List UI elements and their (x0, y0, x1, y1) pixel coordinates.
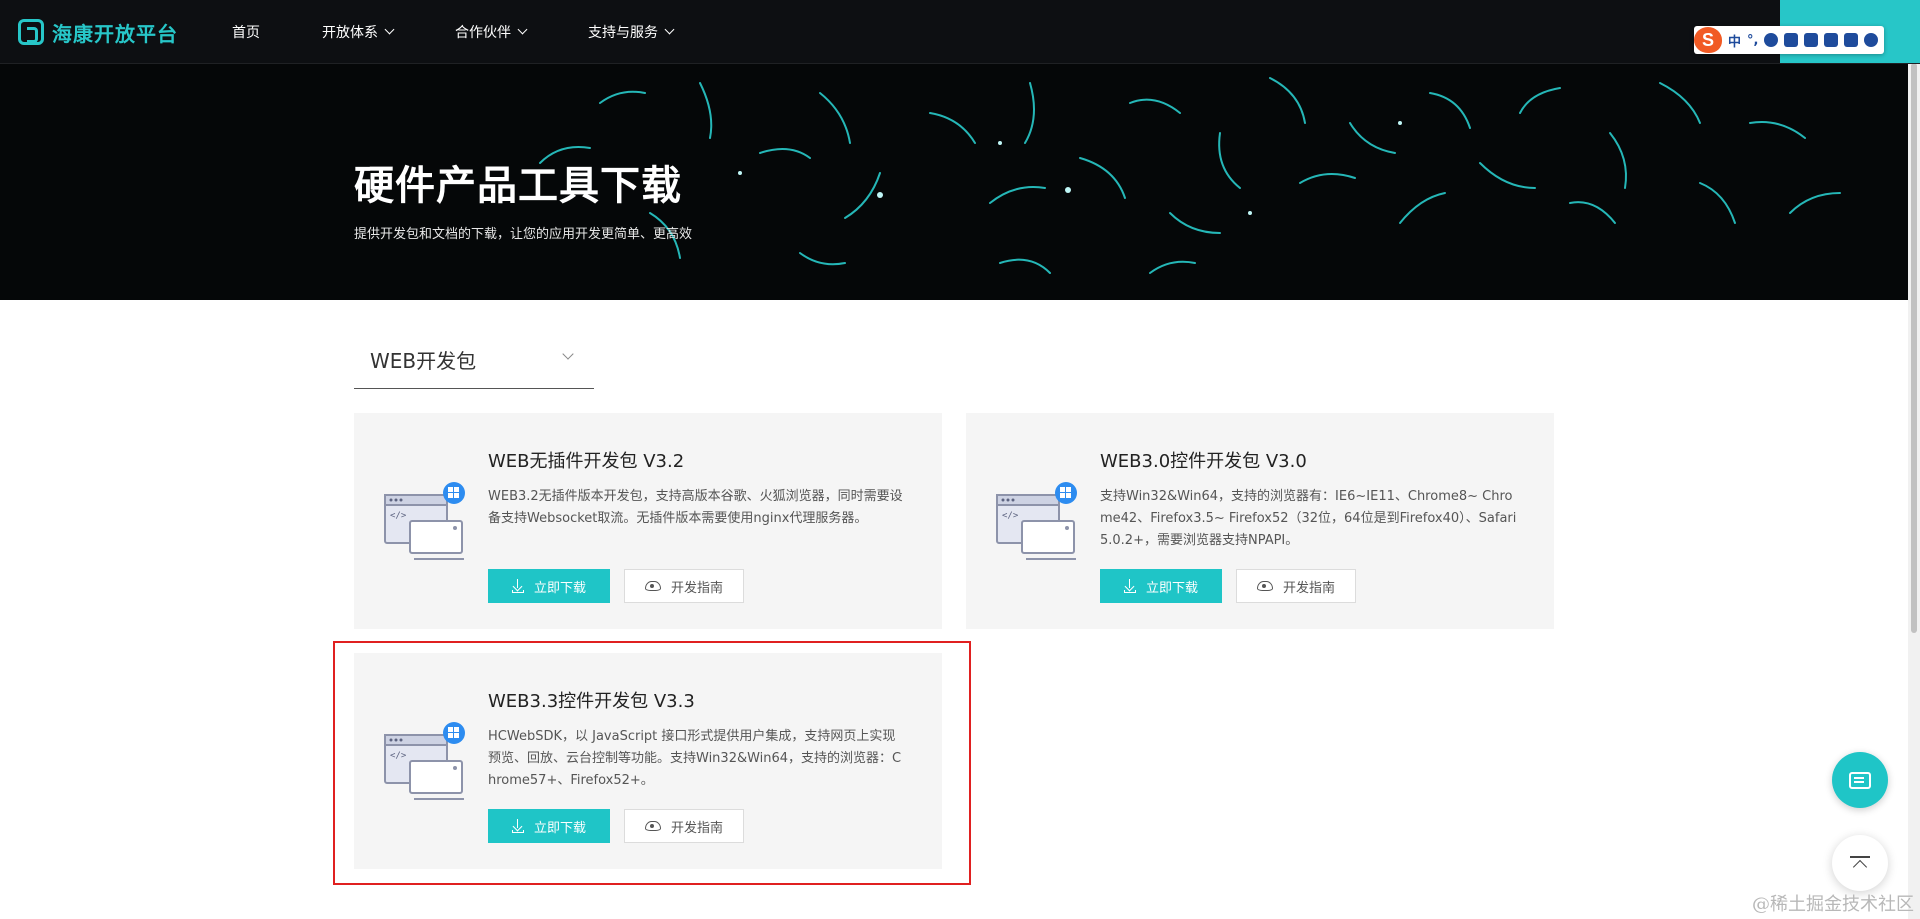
logo-icon (18, 19, 44, 45)
sdk-card: </> WEB3.3控件开发包 V3.3 HCWebSDK，以 JavaScri… (354, 653, 942, 869)
nav-item-home[interactable]: 首页 (232, 22, 260, 42)
card-title: WEB3.3控件开发包 V3.3 (488, 691, 695, 712)
sdk-card: </> WEB无插件开发包 V3.2 WEB3.2无插件版本开发包，支持高版本谷… (354, 413, 942, 629)
chevron-down-icon (384, 24, 395, 35)
card-title: WEB3.0控件开发包 V3.0 (1100, 451, 1307, 472)
nav-label: 支持与服务 (588, 24, 658, 41)
dev-guide-button[interactable]: 开发指南 (1236, 569, 1356, 603)
chevron-down-icon (517, 24, 528, 35)
web-sdk-icon: </> (996, 482, 1077, 560)
page-title: 硬件产品工具下载 (354, 163, 682, 209)
keyboard-icon[interactable] (1784, 33, 1799, 47)
arrow-up-icon (1850, 856, 1870, 870)
chevron-down-icon (562, 348, 574, 360)
ime-punctuation-toggle[interactable]: °, (1747, 33, 1758, 48)
card-description: WEB3.2无插件版本开发包，支持高版本谷歌、火狐浏览器，同时需要设备支持Web… (488, 489, 903, 526)
chevron-down-icon (664, 24, 675, 35)
download-icon (511, 819, 524, 833)
nav-label: 开放体系 (322, 24, 378, 41)
dev-guide-button[interactable]: 开发指南 (624, 809, 744, 843)
download-label: 立即下载 (533, 580, 586, 596)
hero-banner: 硬件产品工具下载 提供开发包和文档的下载，让您的应用开发更简单、更高效 (0, 63, 1908, 300)
eye-icon (1256, 581, 1273, 591)
nav-label: 合作伙伴 (455, 24, 511, 41)
nav-item-partners[interactable]: 合作伙伴 (455, 22, 528, 42)
download-button[interactable]: 立即下载 (488, 569, 610, 603)
main-nav: 首页 开放体系 合作伙伴 支持与服务 (232, 0, 735, 63)
settings-icon[interactable] (1864, 33, 1879, 47)
dev-guide-label: 开发指南 (670, 580, 723, 596)
chat-icon (1849, 771, 1871, 789)
nav-item-open-system[interactable]: 开放体系 (322, 22, 395, 42)
customer-service-button[interactable] (1832, 752, 1888, 808)
download-icon (1123, 579, 1136, 593)
page-scrollbar[interactable] (1908, 63, 1920, 919)
dev-guide-label: 开发指南 (1282, 580, 1335, 596)
sdk-card: </> WEB3.0控件开发包 V3.0 支持Win32&Win64，支持的浏览… (966, 413, 1554, 629)
svg-text:</>: </> (1002, 511, 1019, 521)
download-label: 立即下载 (533, 820, 586, 836)
ime-toolbar: S 中 °, (1694, 26, 1885, 54)
nav-item-support[interactable]: 支持与服务 (588, 22, 675, 42)
web-sdk-icon: </> (384, 482, 465, 560)
card-title: WEB无插件开发包 V3.2 (488, 451, 685, 472)
eye-icon (644, 821, 661, 831)
card-description: 支持Win32&Win64，支持的浏览器有：IE6~IE11、Chrome8~ … (1100, 489, 1517, 548)
download-icon (511, 579, 524, 593)
download-button[interactable]: 立即下载 (488, 809, 610, 843)
category-select-value: WEB开发包 (370, 349, 477, 373)
ime-mode-toggle[interactable]: 中 (1728, 31, 1741, 50)
sogou-logo-icon[interactable]: S (1694, 27, 1722, 53)
dev-guide-button[interactable]: 开发指南 (624, 569, 744, 603)
back-to-top-button[interactable] (1832, 835, 1888, 891)
logo-text: 海康开放平台 (52, 21, 178, 46)
dev-guide-label: 开发指南 (670, 820, 723, 836)
watermark: @稀土掘金技术社区 (1752, 894, 1914, 915)
download-button[interactable]: 立即下载 (1100, 569, 1222, 603)
category-select[interactable]: WEB开发包 (354, 335, 594, 389)
nav-label: 首页 (232, 24, 260, 41)
eye-icon (644, 581, 661, 591)
grid-icon[interactable] (1844, 33, 1859, 47)
mic-icon[interactable] (1764, 33, 1779, 47)
web-sdk-icon: </> (384, 722, 465, 800)
site-logo[interactable]: 海康开放平台 (18, 17, 178, 47)
download-label: 立即下载 (1145, 580, 1198, 596)
top-navigation-bar: 海康开放平台 首页 开放体系 合作伙伴 支持与服务 (0, 0, 1920, 64)
light-trails-background (539, 77, 1841, 274)
shirt-icon[interactable] (1804, 33, 1819, 47)
scrollbar-thumb[interactable] (1911, 63, 1917, 633)
svg-text:</>: </> (390, 511, 407, 521)
page-subtitle: 提供开发包和文档的下载，让您的应用开发更简单、更高效 (354, 227, 693, 242)
card-description: HCWebSDK，以 JavaScript 接口形式提供用户集成，支持网页上实现… (488, 729, 902, 788)
svg-text:</>: </> (390, 751, 407, 761)
gamepad-icon[interactable] (1824, 33, 1839, 47)
